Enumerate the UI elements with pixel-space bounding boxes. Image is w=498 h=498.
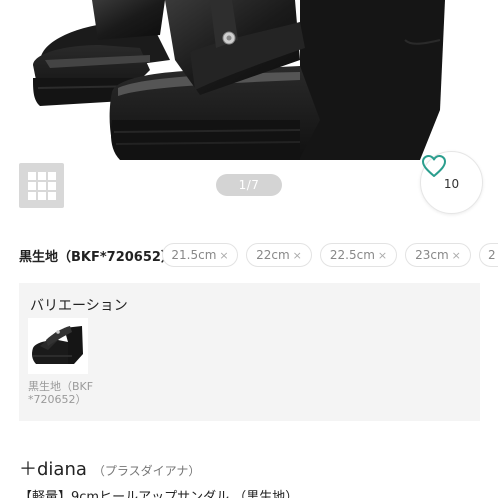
sandal-thumbnail-image: [32, 326, 83, 364]
brand-label: ＋diana: [19, 459, 87, 480]
selected-color-label: 黒生地（BKF*720652）: [19, 250, 174, 265]
unavailable-mark: ×: [451, 248, 461, 262]
favorite-count: 10: [443, 176, 460, 191]
favorite-button[interactable]: 10: [420, 151, 483, 214]
size-option-22-5[interactable]: 22.5cm ×: [320, 243, 397, 267]
brand-name[interactable]: ＋diana （プラスダイアナ）: [19, 455, 200, 481]
unavailable-mark: ×: [292, 248, 302, 262]
variation-caption: 黒生地（BKF*720652）: [28, 380, 94, 406]
brand-kana: （プラスダイアナ）: [92, 464, 201, 478]
size-label: 22cm: [256, 248, 290, 262]
size-option-partial[interactable]: 2: [479, 243, 498, 267]
size-label: 22.5cm: [329, 248, 375, 262]
unavailable-mark: ×: [377, 248, 388, 262]
size-option-23[interactable]: 23cm ×: [405, 243, 471, 267]
heart-icon: [422, 155, 446, 177]
size-option-22[interactable]: 22cm ×: [246, 243, 312, 267]
variation-panel: バリエーション 黒生地（BKF*720652）: [19, 283, 480, 421]
variation-thumbnail[interactable]: [28, 318, 88, 374]
size-selector: 黒生地（BKF*720652） 21.5cm × 22cm × 22.5cm × 23…: [0, 240, 498, 270]
image-pager: 1/7: [216, 174, 282, 196]
size-option-21-5[interactable]: 21.5cm ×: [162, 243, 238, 267]
unavailable-mark: ×: [219, 248, 229, 262]
size-label: 2: [488, 248, 496, 262]
grid-icon: [27, 171, 56, 200]
variation-heading: バリエーション: [30, 298, 128, 314]
size-label: 21.5cm: [171, 248, 217, 262]
grid-view-button[interactable]: [19, 163, 64, 208]
product-title: 【軽量】9cmヒールアップサンダル （黒生地）: [19, 490, 299, 498]
product-image[interactable]: 1/7 10: [0, 0, 498, 228]
size-label: 23cm: [415, 248, 449, 262]
